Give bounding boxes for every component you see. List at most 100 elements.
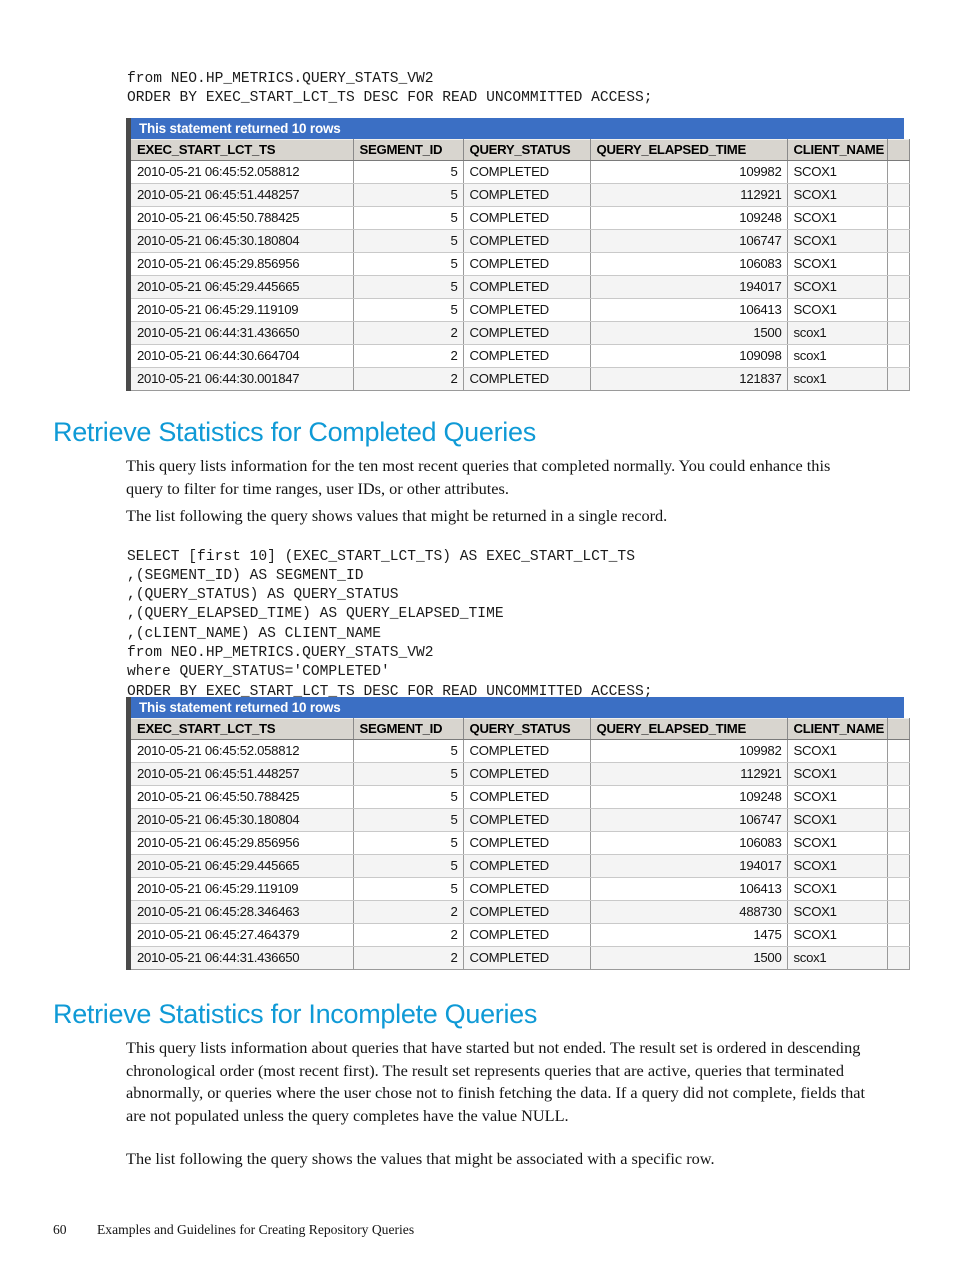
cell-overflow [887,206,910,230]
table-row[interactable]: 2010-05-21 06:45:29.445665 5 COMPLETED 1940… [131,275,910,299]
table-header-row: EXEC_START_LCT_TS SEGMENT_ID QUERY_STATU… [131,139,910,161]
cell-overflow [887,831,910,855]
cell-query-elapsed-time: 194017 [590,854,788,878]
cell-exec-start-lct-ts: 2010-05-21 06:45:51.448257 [131,762,354,786]
table-row[interactable]: 2010-05-21 06:45:30.180804 5 COMPLETED 1067… [131,229,910,253]
table-row[interactable]: 2010-05-21 06:44:31.436650 2 COMPLETED 1500… [131,946,910,970]
column-header-segment-id[interactable]: SEGMENT_ID [353,139,464,161]
sql-code-block-middle: SELECT [first 10] (EXEC_START_LCT_TS) AS… [127,548,653,700]
table-row[interactable]: 2010-05-21 06:45:27.464379 2 COMPLETED 1475… [131,923,910,947]
cell-exec-start-lct-ts: 2010-05-21 06:45:30.180804 [131,229,354,253]
cell-overflow [887,344,910,368]
table-row[interactable]: 2010-05-21 06:44:31.436650 2 COMPLETED 1500… [131,321,910,345]
table-row[interactable]: 2010-05-21 06:45:52.058812 5 COMPLETED 1099… [131,160,910,184]
cell-client-name: scox1 [787,344,888,368]
cell-segment-id: 5 [353,854,464,878]
column-header-exec-start-lct-ts[interactable]: EXEC_START_LCT_TS [131,139,354,161]
cell-query-elapsed-time: 106083 [590,252,788,276]
cell-segment-id: 5 [353,808,464,832]
cell-overflow [887,183,910,207]
cell-client-name: SCOX1 [787,900,888,924]
paragraph-completed-1: This query lists information for the ten… [126,456,831,498]
cell-query-status: COMPLETED [463,831,591,855]
cell-query-elapsed-time: 109248 [590,206,788,230]
section-heading-completed-queries: Retrieve Statistics for Completed Querie… [53,417,536,447]
cell-segment-id: 5 [353,739,464,763]
table-row[interactable]: 2010-05-21 06:45:29.856956 5 COMPLETED 1060… [131,252,910,276]
cell-overflow [887,785,910,809]
cell-segment-id: 5 [353,785,464,809]
cell-query-elapsed-time: 106413 [590,877,788,901]
cell-overflow [887,367,910,391]
column-header-query-status[interactable]: QUERY_STATUS [463,139,591,161]
table-row[interactable]: 2010-05-21 06:45:50.788425 5 COMPLETED 1092… [131,785,910,809]
table-row[interactable]: 2010-05-21 06:45:30.180804 5 COMPLETED 1067… [131,808,910,832]
cell-segment-id: 5 [353,183,464,207]
cell-client-name: SCOX1 [787,762,888,786]
cell-query-elapsed-time: 106747 [590,808,788,832]
cell-exec-start-lct-ts: 2010-05-21 06:44:30.001847 [131,367,354,391]
table-row[interactable]: 2010-05-21 06:45:29.119109 5 COMPLETED 1064… [131,298,910,322]
column-header-query-elapsed-time[interactable]: QUERY_ELAPSED_TIME [590,718,788,740]
table-row[interactable]: 2010-05-21 06:45:51.448257 5 COMPLETED 1129… [131,762,910,786]
section-heading-incomplete-queries: Retrieve Statistics for Incomplete Queri… [53,999,538,1029]
table-row[interactable]: 2010-05-21 06:45:29.119109 5 COMPLETED 1064… [131,877,910,901]
cell-overflow [887,275,910,299]
cell-client-name: scox1 [787,946,888,970]
cell-query-status: COMPLETED [463,854,591,878]
cell-segment-id: 2 [353,344,464,368]
cell-overflow [887,854,910,878]
cell-exec-start-lct-ts: 2010-05-21 06:44:31.436650 [131,946,354,970]
cell-exec-start-lct-ts: 2010-05-21 06:45:29.445665 [131,854,354,878]
cell-client-name: SCOX1 [787,739,888,763]
cell-client-name: SCOX1 [787,785,888,809]
cell-exec-start-lct-ts: 2010-05-21 06:45:29.445665 [131,275,354,299]
table-row[interactable]: 2010-05-21 06:45:28.346463 2 COMPLETED 4887… [131,900,910,924]
cell-query-status: COMPLETED [463,877,591,901]
result-table-top: EXEC_START_LCT_TS SEGMENT_ID QUERY_STATU… [131,139,910,391]
cell-segment-id: 5 [353,275,464,299]
cell-exec-start-lct-ts: 2010-05-21 06:45:29.119109 [131,877,354,901]
cell-overflow [887,321,910,345]
column-header-segment-id[interactable]: SEGMENT_ID [353,718,464,740]
cell-exec-start-lct-ts: 2010-05-21 06:44:30.664704 [131,344,354,368]
table-row[interactable]: 2010-05-21 06:45:50.788425 5 COMPLETED 1092… [131,206,910,230]
column-header-query-status[interactable]: QUERY_STATUS [463,718,591,740]
cell-overflow [887,739,910,763]
cell-overflow [887,946,910,970]
result-grid-bottom-titlebar: This statement returned 10 rows [131,697,904,718]
cell-client-name: SCOX1 [787,877,888,901]
cell-query-elapsed-time: 106413 [590,298,788,322]
cell-query-status: COMPLETED [463,298,591,322]
cell-query-elapsed-time: 488730 [590,900,788,924]
cell-overflow [887,229,910,253]
cell-query-status: COMPLETED [463,160,591,184]
table-row[interactable]: 2010-05-21 06:45:52.058812 5 COMPLETED 1099… [131,739,910,763]
column-header-overflow[interactable] [887,139,910,161]
column-header-overflow[interactable] [887,718,910,740]
cell-query-status: COMPLETED [463,739,591,763]
cell-overflow [887,252,910,276]
cell-segment-id: 2 [353,367,464,391]
table-row[interactable]: 2010-05-21 06:45:51.448257 5 COMPLETED 1129… [131,183,910,207]
cell-query-status: COMPLETED [463,344,591,368]
cell-segment-id: 2 [353,946,464,970]
sql-code-block-top: from NEO.HP_METRICS.QUERY_STATS_VW2 ORDE… [127,70,653,106]
cell-overflow [887,160,910,184]
result-grid-bottom: This statement returned 10 rows EXEC_STA… [126,697,910,970]
column-header-client-name[interactable]: CLIENT_NAME [787,718,888,740]
table-row[interactable]: 2010-05-21 06:44:30.001847 2 COMPLETED 1218… [131,367,910,391]
cell-client-name: SCOX1 [787,229,888,253]
cell-query-elapsed-time: 1475 [590,923,788,947]
table-row[interactable]: 2010-05-21 06:45:29.445665 5 COMPLETED 1940… [131,854,910,878]
cell-segment-id: 5 [353,252,464,276]
cell-overflow [887,923,910,947]
column-header-query-elapsed-time[interactable]: QUERY_ELAPSED_TIME [590,139,788,161]
page-footer-title: Examples and Guidelines for Creating Rep… [97,1222,415,1237]
cell-segment-id: 2 [353,321,464,345]
table-row[interactable]: 2010-05-21 06:44:30.664704 2 COMPLETED 1090… [131,344,910,368]
cell-segment-id: 5 [353,877,464,901]
column-header-client-name[interactable]: CLIENT_NAME [787,139,888,161]
column-header-exec-start-lct-ts[interactable]: EXEC_START_LCT_TS [131,718,354,740]
table-row[interactable]: 2010-05-21 06:45:29.856956 5 COMPLETED 1060… [131,831,910,855]
